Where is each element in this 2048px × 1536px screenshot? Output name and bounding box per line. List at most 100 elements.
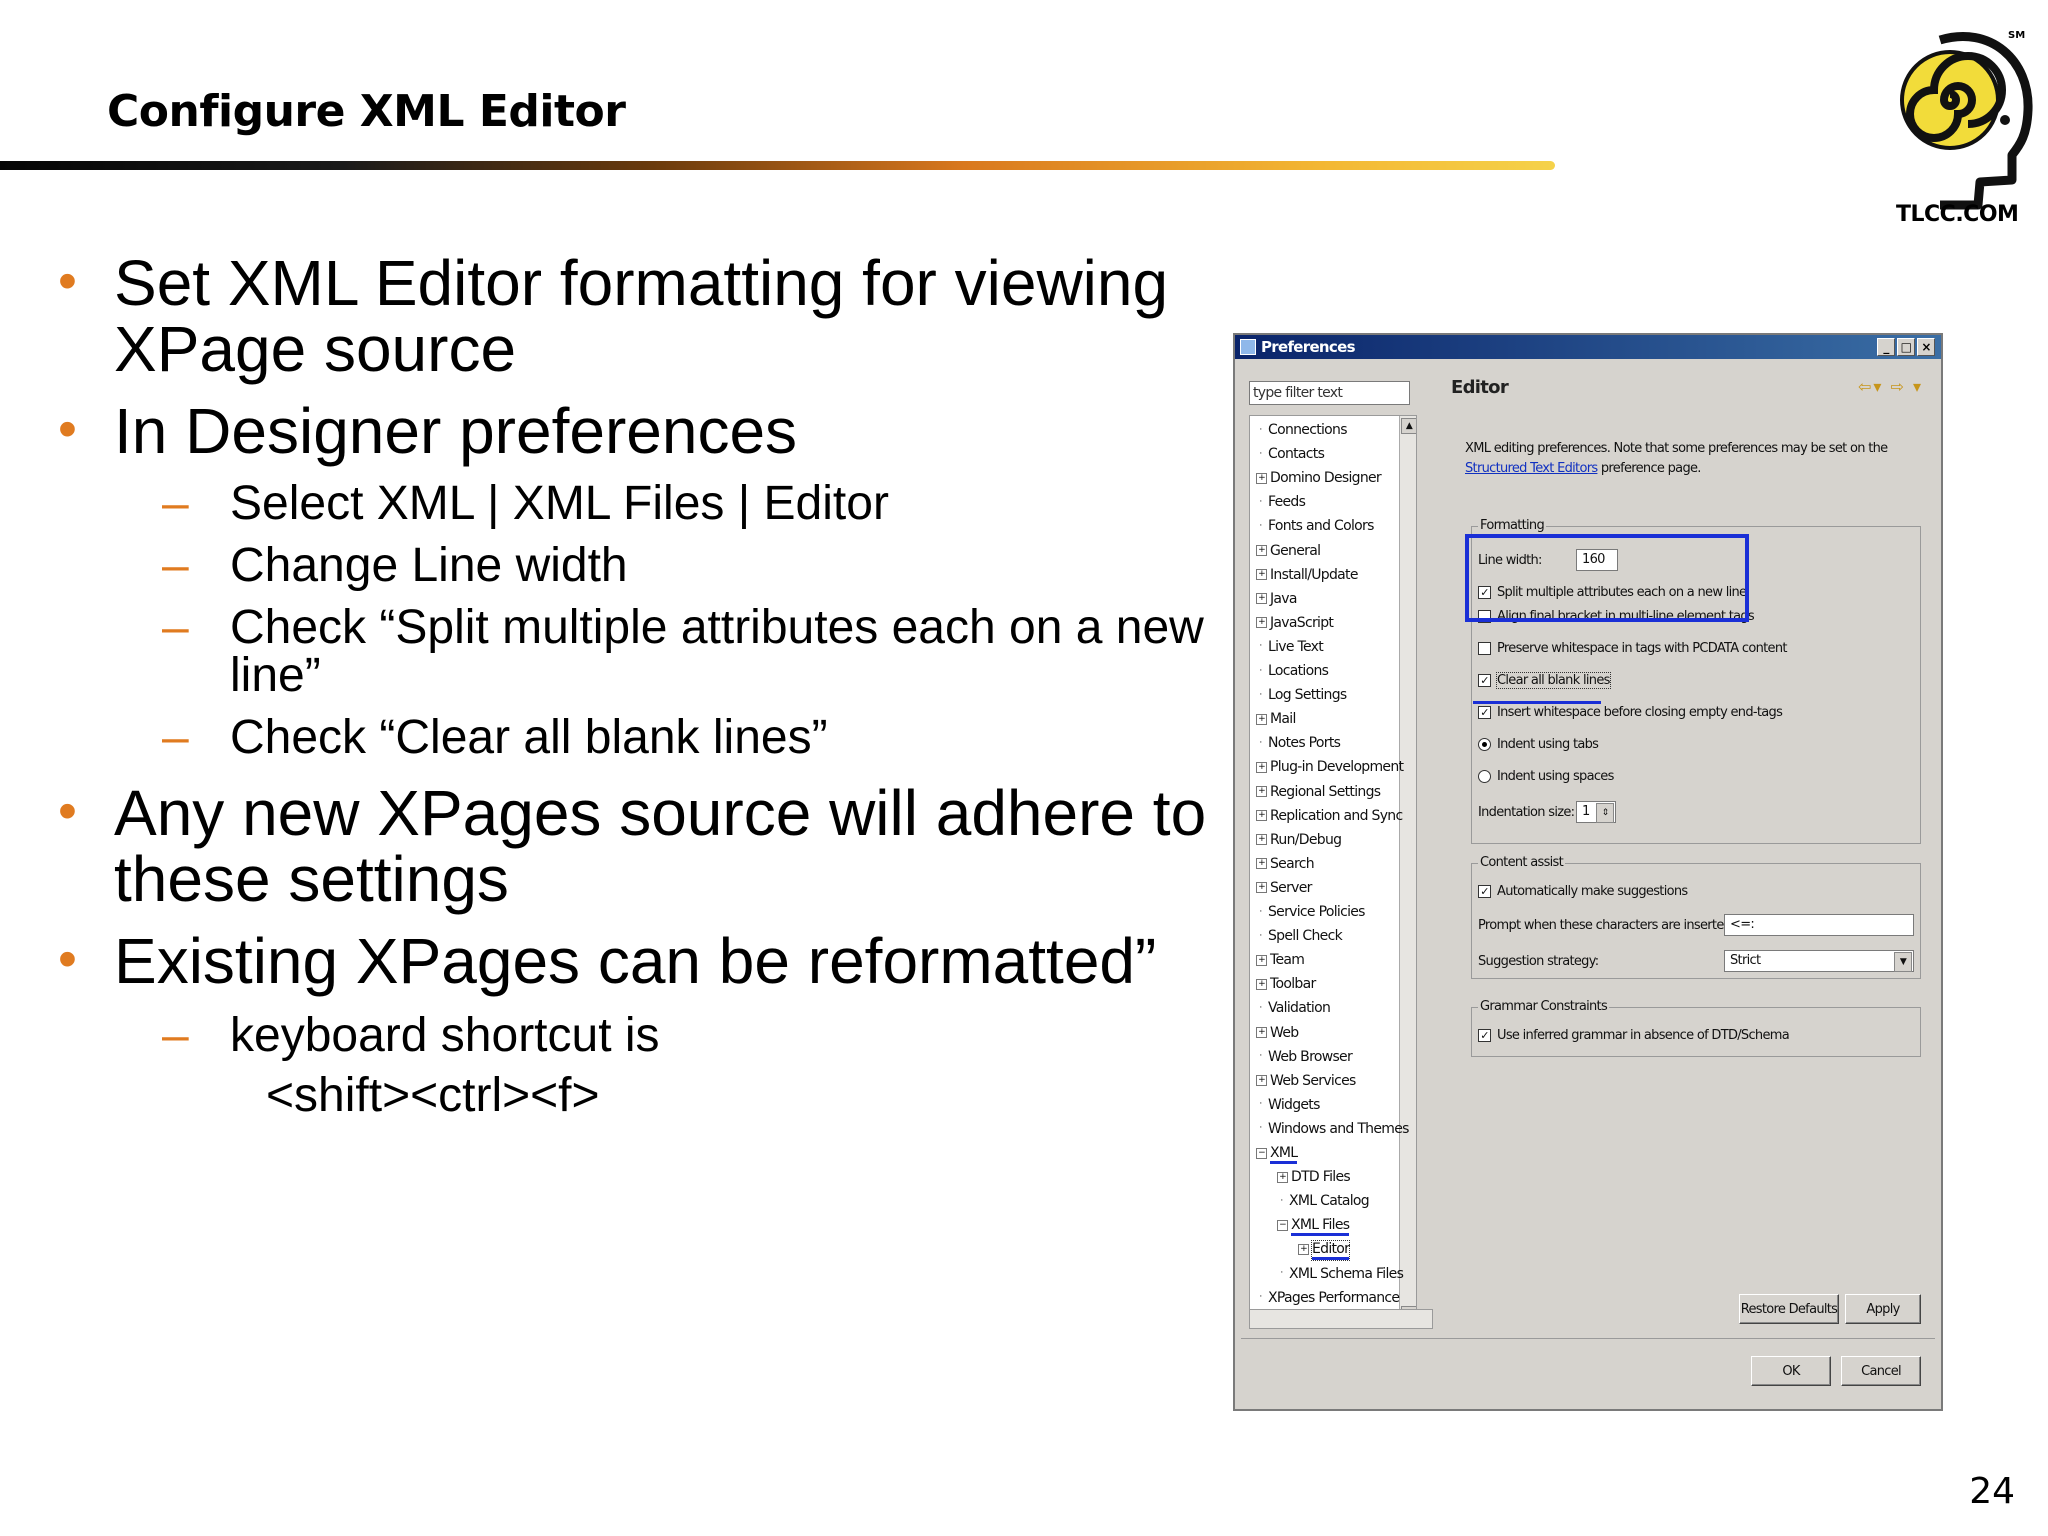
tree-item[interactable]: + Mail <box>1256 707 1296 731</box>
tree-item[interactable]: + Team <box>1256 948 1305 972</box>
ok-button[interactable]: OK <box>1751 1356 1831 1386</box>
tree-item[interactable]: · Validation <box>1256 996 1330 1020</box>
tree-item[interactable]: · Live Text <box>1256 635 1323 659</box>
tree-connector-icon: · <box>1259 1292 1262 1303</box>
expand-icon[interactable]: + <box>1256 617 1267 629</box>
tree-item-label: XML Schema Files <box>1289 1265 1404 1282</box>
apply-button[interactable]: Apply <box>1845 1294 1921 1324</box>
tree-item[interactable]: · Connections <box>1256 418 1347 442</box>
tree-scrollbar[interactable]: ▲ ▼ <box>1399 416 1416 1324</box>
tree-item[interactable]: · Contacts <box>1256 442 1324 466</box>
expand-icon[interactable]: + <box>1256 858 1267 870</box>
minimize-button[interactable]: _ <box>1877 338 1895 356</box>
tree-item[interactable]: + Install/Update <box>1256 563 1358 587</box>
expand-icon[interactable]: + <box>1256 593 1267 605</box>
indent-tabs-radio[interactable]: Indent using tabs <box>1478 737 1599 752</box>
tree-item[interactable]: · Windows and Themes <box>1256 1117 1409 1141</box>
expand-icon[interactable]: + <box>1256 834 1267 846</box>
tree-item-label: Mail <box>1270 711 1296 728</box>
clear-blank-lines-checkbox[interactable]: ✓ Clear all blank lines <box>1478 672 1611 689</box>
tree-item-label: Team <box>1270 952 1305 969</box>
chevron-down-icon[interactable]: ▼ <box>1894 952 1912 972</box>
insert-whitespace-checkbox[interactable]: ✓ Insert whitespace before closing empty … <box>1478 705 1783 720</box>
tree-item-label: Web <box>1270 1024 1299 1041</box>
tree-item[interactable]: + Regional Settings <box>1256 780 1381 804</box>
tree-item[interactable]: + Web <box>1256 1021 1299 1045</box>
expand-icon[interactable]: + <box>1256 472 1267 484</box>
structured-text-editors-link[interactable]: Structured Text Editors <box>1465 461 1598 476</box>
tree-item[interactable]: · Spell Check <box>1256 924 1342 948</box>
close-button[interactable]: × <box>1917 338 1935 356</box>
cancel-button[interactable]: Cancel <box>1841 1356 1921 1386</box>
tree-item[interactable]: + Java <box>1256 587 1297 611</box>
preferences-tree[interactable]: ▲ ▼ ·Connections·Contacts+Domino Designe… <box>1249 415 1417 1325</box>
spinner-arrows-icon[interactable]: ⇕ <box>1596 803 1614 823</box>
filter-input[interactable]: type filter text <box>1249 381 1410 405</box>
tree-item[interactable]: + Web Services <box>1256 1069 1356 1093</box>
tree-item[interactable]: + Run/Debug <box>1256 828 1342 852</box>
tree-item[interactable]: + JavaScript <box>1256 611 1334 635</box>
expand-icon[interactable]: + <box>1256 713 1267 725</box>
preserve-whitespace-checkbox[interactable]: Preserve whitespace in tags with PCDATA … <box>1478 641 1787 656</box>
expand-icon[interactable]: + <box>1256 1075 1267 1087</box>
tree-connector-icon: · <box>1259 689 1262 700</box>
bullet-item: • Set XML Editor formatting for viewing X… <box>58 247 1169 385</box>
collapse-icon[interactable]: − <box>1277 1219 1288 1231</box>
tree-item[interactable]: · Service Policies <box>1256 900 1365 924</box>
auto-suggest-checkbox[interactable]: ✓ Automatically make suggestions <box>1478 884 1688 899</box>
tree-item-label: XML <box>1270 1145 1298 1164</box>
tree-item[interactable]: + Plug-in Development <box>1256 755 1404 779</box>
strategy-select[interactable]: Strict ▼ <box>1724 950 1914 972</box>
maximize-button[interactable]: □ <box>1897 338 1915 356</box>
tree-item[interactable]: + Server <box>1256 876 1312 900</box>
tree-item[interactable]: · Web Browser <box>1256 1045 1352 1069</box>
indent-size-label: Indentation size: <box>1478 805 1575 820</box>
restore-defaults-button[interactable]: Restore Defaults <box>1739 1294 1839 1324</box>
tree-item-label: Feeds <box>1268 494 1306 511</box>
prompt-chars-field[interactable]: <=: <box>1724 914 1914 936</box>
tree-item[interactable]: · Feeds <box>1256 490 1306 514</box>
tree-item[interactable]: + Editor <box>1298 1237 1351 1262</box>
indent-size-spinner[interactable]: 1 ⇕ <box>1576 801 1616 823</box>
tree-item[interactable]: · Notes Ports <box>1256 731 1341 755</box>
tree-item[interactable]: · Locations <box>1256 659 1329 683</box>
tree-connector-icon: · <box>1259 1051 1262 1062</box>
history-nav-icon[interactable]: ⇦▾ ⇨ ▾ <box>1858 377 1923 396</box>
tree-item[interactable]: − XML Files <box>1277 1213 1350 1237</box>
expand-icon[interactable]: + <box>1298 1243 1309 1255</box>
tree-item-label: XML Files <box>1291 1217 1350 1237</box>
inferred-grammar-checkbox[interactable]: ✓ Use inferred grammar in absence of DTD/… <box>1478 1028 1790 1043</box>
expand-icon[interactable]: + <box>1256 545 1267 556</box>
expand-icon[interactable]: + <box>1256 978 1267 990</box>
tree-item-label: Java <box>1270 590 1297 607</box>
indent-spaces-radio[interactable]: Indent using spaces <box>1478 769 1614 784</box>
expand-icon[interactable]: + <box>1256 954 1267 966</box>
tree-item[interactable]: + Toolbar <box>1256 972 1316 996</box>
collapse-icon[interactable]: − <box>1256 1147 1267 1159</box>
tree-item[interactable]: · XPages Performance <box>1256 1286 1400 1310</box>
tree-item[interactable]: · Widgets <box>1256 1093 1320 1117</box>
tree-item[interactable]: − XML <box>1256 1141 1298 1165</box>
expand-icon[interactable]: + <box>1256 810 1267 822</box>
tree-item[interactable]: · XML Schema Files <box>1277 1262 1403 1286</box>
tree-item[interactable]: · Fonts and Colors <box>1256 514 1374 538</box>
tree-item[interactable]: + Search <box>1256 852 1315 876</box>
expand-icon[interactable]: + <box>1256 786 1267 797</box>
tree-horizontal-scrollbar[interactable] <box>1249 1309 1433 1329</box>
expand-icon[interactable]: + <box>1256 1027 1267 1038</box>
tree-item[interactable]: + Domino Designer <box>1256 466 1382 490</box>
window-controls: _ □ × <box>1877 338 1935 356</box>
tree-item-label: Web Services <box>1270 1072 1356 1089</box>
scroll-up-icon[interactable]: ▲ <box>1401 418 1416 434</box>
tree-item[interactable]: + Replication and Sync <box>1256 804 1403 828</box>
expand-icon[interactable]: + <box>1256 882 1267 894</box>
dialog-titlebar[interactable]: Preferences _ □ × <box>1235 335 1941 359</box>
tree-item[interactable]: · XML Catalog <box>1277 1189 1369 1213</box>
tree-item[interactable]: · Log Settings <box>1256 683 1347 707</box>
expand-icon[interactable]: + <box>1256 569 1267 581</box>
expand-icon[interactable]: + <box>1256 761 1267 773</box>
tree-item[interactable]: + DTD Files <box>1277 1165 1351 1189</box>
tree-item[interactable]: + General <box>1256 539 1321 563</box>
radio-selected-icon <box>1478 738 1491 751</box>
expand-icon[interactable]: + <box>1277 1171 1288 1183</box>
